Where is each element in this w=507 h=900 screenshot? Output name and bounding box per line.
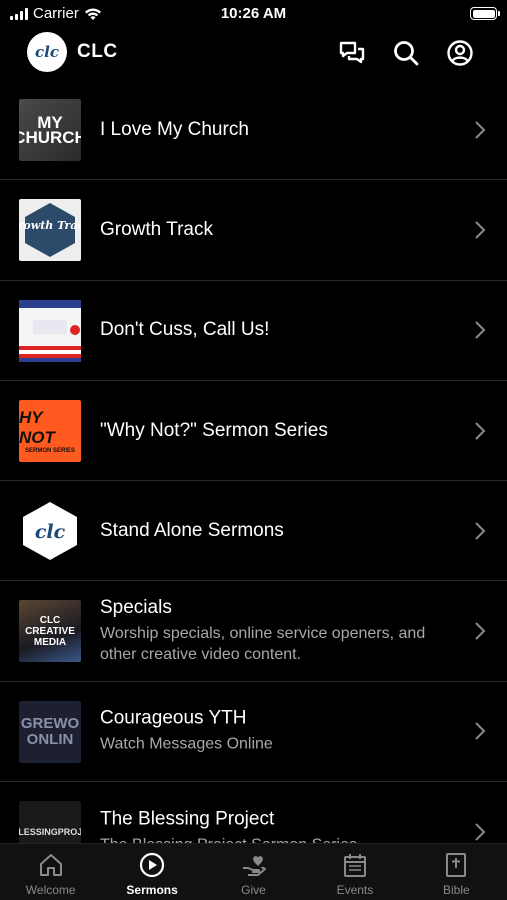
list-item-title: Stand Alone Sermons	[100, 519, 284, 541]
list-item-title: I Love My Church	[100, 118, 249, 140]
app-title: CLC	[77, 41, 118, 62]
list-item-title: Courageous YTH	[100, 707, 247, 729]
list-item-title: Growth Track	[100, 218, 213, 240]
tab-sermons[interactable]: Sermons	[101, 844, 202, 900]
tab-give[interactable]: Give	[203, 844, 304, 900]
status-time: 10:26 AM	[220, 5, 287, 22]
list-item[interactable]: MY CHURCH I Love My Church	[0, 80, 507, 181]
list-item-title: "Why Not?" Sermon Series	[100, 419, 328, 441]
list-item-title: Don't Cuss, Call Us!	[100, 319, 270, 341]
series-thumbnail: HY NOT SERMON SERIES	[19, 399, 81, 462]
tab-bar: Welcome Sermons Give Events Bible	[0, 843, 507, 900]
list-item[interactable]: HY NOT SERMON SERIES "Why Not?" Sermon S…	[0, 381, 507, 482]
thumb-text: CLC CREATIVE MEDIA	[25, 614, 75, 648]
thumb-text: GREWO	[20, 714, 80, 732]
list-item-title: Specials	[100, 597, 172, 619]
list-item[interactable]: clc Stand Alone Sermons	[0, 481, 507, 582]
thumb-text: HY NOT	[19, 407, 55, 447]
tab-bible[interactable]: Bible	[406, 844, 507, 900]
tab-welcome[interactable]: Welcome	[0, 844, 101, 900]
status-bar: Carrier 10:26 AM	[0, 0, 507, 28]
thumb-text: SERMON SERIES	[24, 447, 75, 454]
messages-icon[interactable]	[337, 38, 367, 68]
tab-label: Bible	[442, 883, 470, 897]
thumb-text: clc	[35, 521, 66, 543]
list-item[interactable]: Growth Track Growth Track	[0, 180, 507, 281]
list-item-subtitle: Watch Messages Online	[100, 735, 273, 753]
list-item[interactable]: BLESSINGPROJE The Blessing Project The B…	[0, 782, 507, 844]
list-item[interactable]: CLC CREATIVE MEDIA Specials Worship spec…	[0, 581, 507, 682]
tab-events[interactable]: Events	[304, 844, 405, 900]
thumb-text: BLESSINGPROJE	[19, 827, 81, 838]
app-header: clc CLC	[0, 28, 507, 82]
battery-icon	[470, 7, 500, 20]
sermon-series-list: MY CHURCH I Love My Church Growth Track …	[0, 80, 507, 844]
tab-label: Sermons	[126, 883, 178, 897]
logo-text: clc	[35, 43, 59, 61]
tab-label: Events	[336, 883, 374, 897]
list-item-title: The Blessing Project	[100, 808, 275, 830]
chevron-right-icon	[475, 321, 486, 339]
series-thumbnail: MY CHURCH	[19, 99, 81, 161]
chevron-right-icon	[475, 120, 486, 139]
give-heart-icon	[242, 856, 266, 876]
list-item-subtitle: Worship specials, online service openers…	[100, 625, 426, 664]
home-icon	[39, 854, 62, 876]
series-thumbnail: GREWO ONLIN	[19, 700, 81, 763]
bible-icon	[446, 853, 467, 877]
list-item[interactable]: GREWO ONLIN Courageous YTH Watch Message…	[0, 682, 507, 783]
series-thumbnail: Growth Track	[19, 199, 81, 262]
chevron-right-icon	[475, 722, 486, 741]
chevron-right-icon	[475, 221, 486, 239]
chevron-right-icon	[475, 823, 486, 841]
play-circle-icon	[140, 852, 165, 878]
search-icon[interactable]	[391, 38, 421, 68]
account-icon[interactable]	[445, 38, 475, 68]
chevron-right-icon	[475, 522, 486, 540]
thumb-text: Growth Track	[19, 219, 81, 232]
thumb-text: ONLIN	[26, 730, 74, 748]
tab-label: Give	[241, 883, 266, 897]
chevron-right-icon	[475, 622, 486, 640]
thumb-text: CHURCH	[19, 128, 81, 147]
series-thumbnail: clc	[19, 500, 81, 563]
series-thumbnail: BLESSINGPROJE	[19, 801, 81, 844]
tab-label: Welcome	[25, 883, 76, 897]
church-logo[interactable]: clc	[27, 32, 67, 72]
calendar-icon	[343, 854, 366, 877]
chevron-right-icon	[475, 421, 486, 440]
series-thumbnail: CLC CREATIVE MEDIA	[19, 600, 81, 663]
list-item[interactable]: Don't Cuss, Call Us!	[0, 281, 507, 381]
series-thumbnail	[19, 299, 81, 362]
